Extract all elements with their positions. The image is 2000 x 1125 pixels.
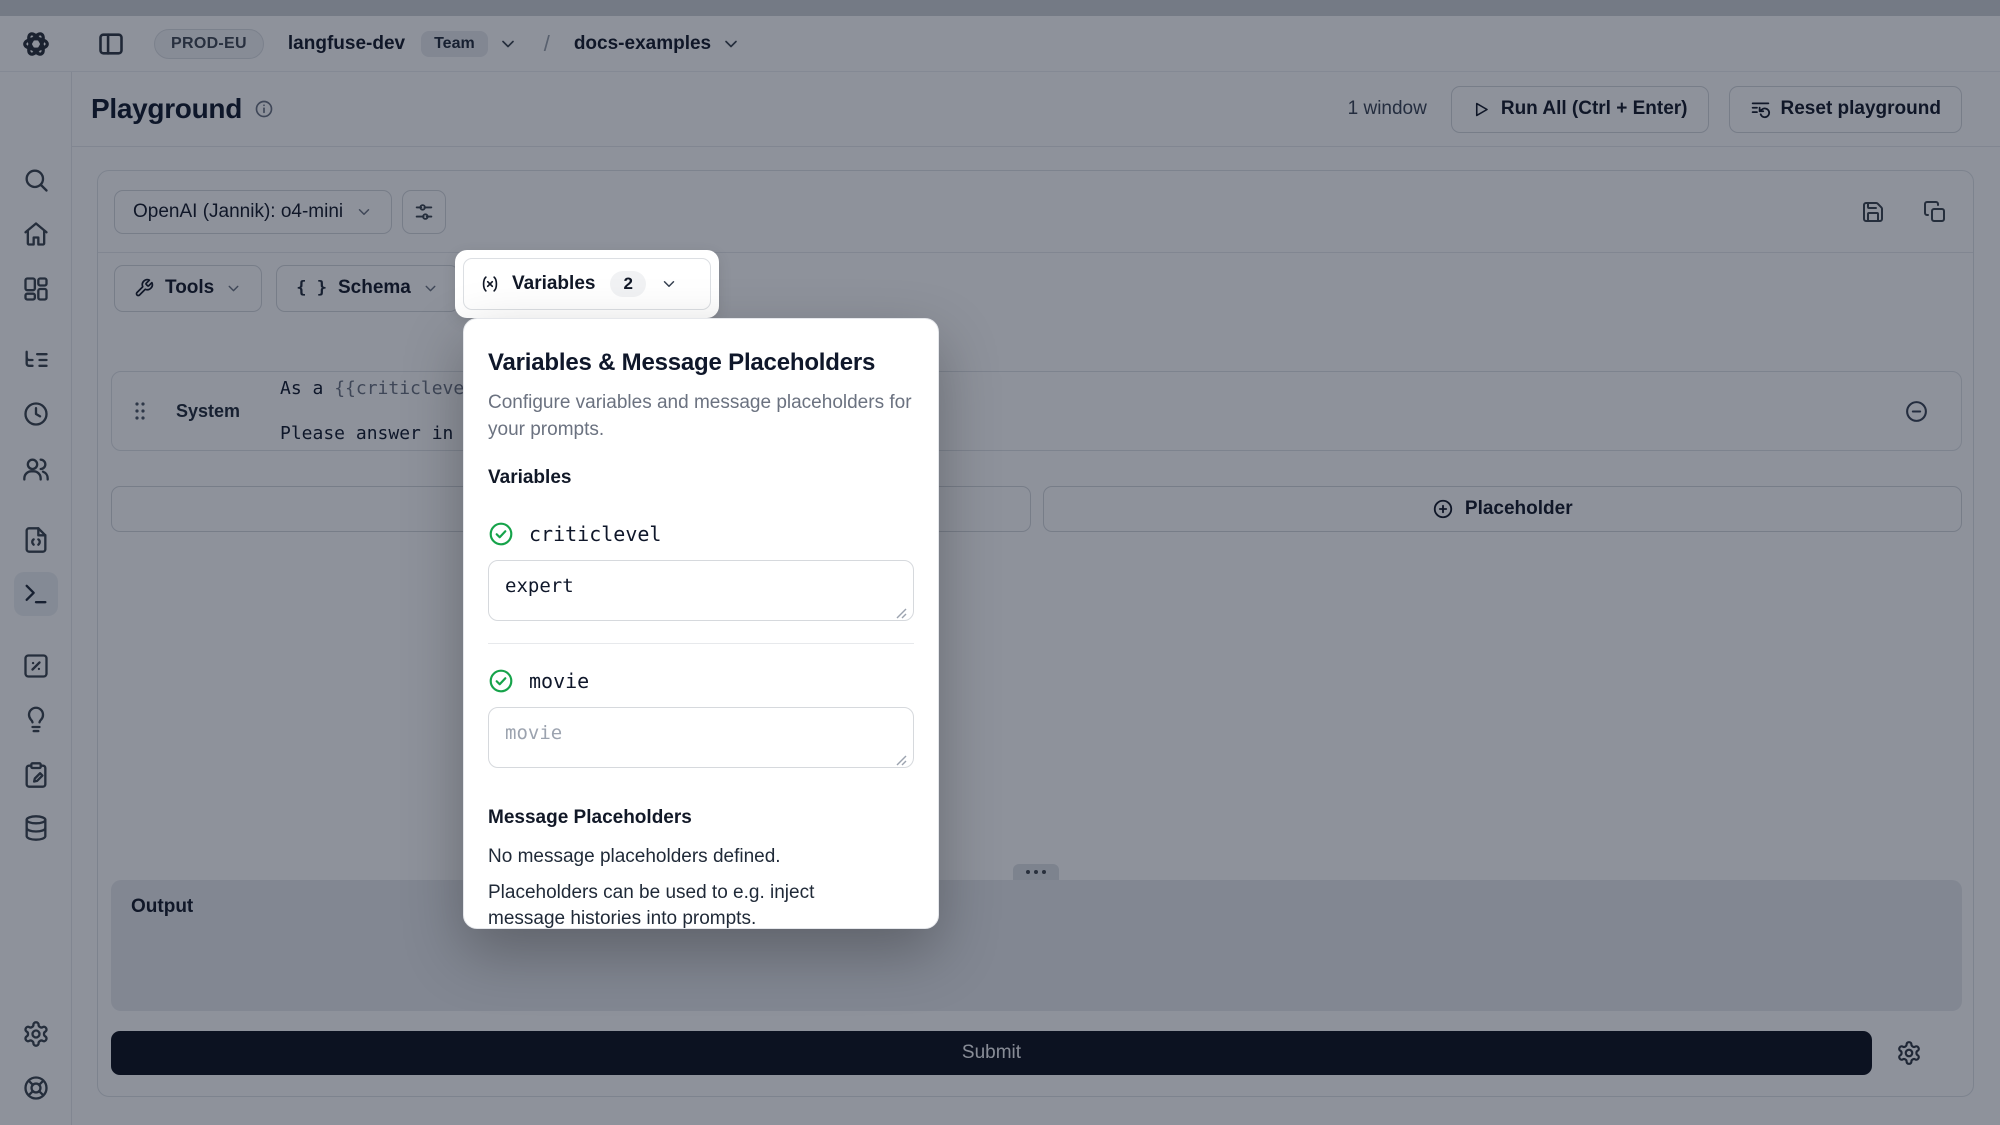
popover-backdrop[interactable] bbox=[0, 0, 2000, 1125]
variables-heading: Variables bbox=[488, 467, 912, 489]
variable-value-input[interactable]: expert bbox=[488, 560, 914, 621]
resize-grip-icon[interactable] bbox=[895, 607, 907, 619]
placeholders-heading: Message Placeholders bbox=[488, 807, 912, 829]
variables-dropdown-button[interactable]: Variables 2 bbox=[463, 258, 711, 310]
variable-icon bbox=[479, 273, 501, 295]
variable-name: movie bbox=[529, 669, 589, 693]
variable-input-wrap: expert bbox=[488, 560, 912, 626]
divider bbox=[488, 643, 914, 644]
variables-count-badge: 2 bbox=[610, 271, 645, 297]
variable-input-wrap bbox=[488, 707, 912, 773]
popover-title: Variables & Message Placeholders bbox=[488, 349, 912, 377]
variables-trigger-wrap: Variables 2 bbox=[455, 250, 719, 318]
placeholders-empty-text: No message placeholders defined. bbox=[488, 846, 912, 868]
variable-row: movie bbox=[488, 668, 912, 694]
placeholders-help-text: Placeholders can be used to e.g. inject … bbox=[488, 880, 888, 932]
playground-page: PROD-EU langfuse-dev Team / docs-example… bbox=[0, 0, 2000, 1125]
check-circle-icon bbox=[488, 521, 514, 547]
variable-row: criticlevel bbox=[488, 521, 912, 547]
popover-description: Configure variables and message placehol… bbox=[488, 389, 912, 443]
chevron-down-icon bbox=[660, 275, 678, 293]
variable-name: criticlevel bbox=[529, 522, 661, 546]
check-circle-icon bbox=[488, 668, 514, 694]
variable-value-input[interactable] bbox=[488, 707, 914, 768]
resize-grip-icon[interactable] bbox=[895, 754, 907, 766]
variables-popover: Variables & Message Placeholders Configu… bbox=[463, 318, 939, 929]
